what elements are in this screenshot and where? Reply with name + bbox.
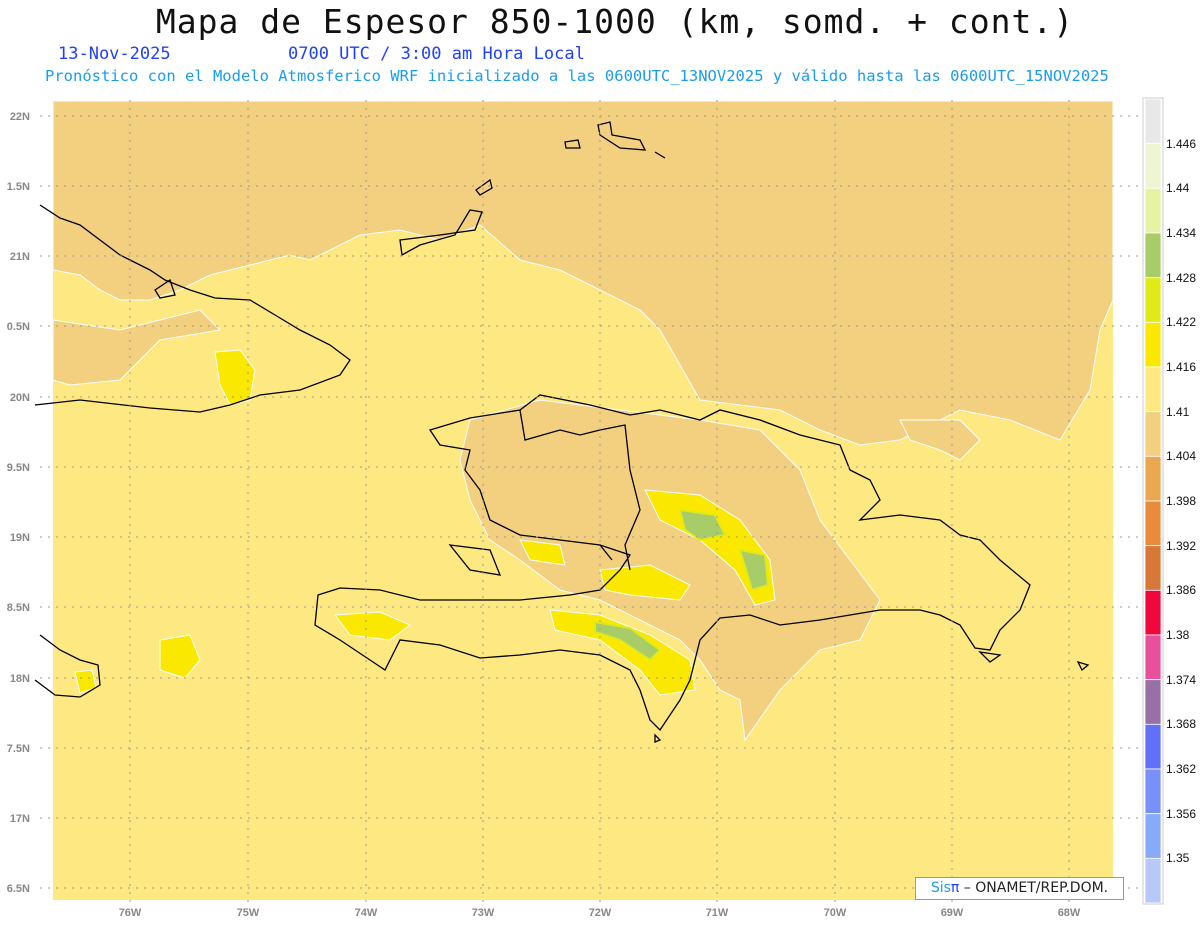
colorbar-bin bbox=[1144, 143, 1162, 189]
lon-label: 68W bbox=[1058, 907, 1081, 919]
lon-label: 75W bbox=[237, 907, 260, 919]
colorbar-label: 1.38 bbox=[1166, 628, 1190, 642]
lat-label: 6.5N bbox=[7, 883, 30, 895]
colorbar-label: 1.362 bbox=[1166, 762, 1197, 776]
credit-org: – ONAMET/REP.DOM. bbox=[959, 880, 1109, 896]
colorbar-bin bbox=[1144, 98, 1162, 145]
credit-sis: Sis bbox=[930, 880, 951, 896]
colorbar-label: 1.44 bbox=[1166, 181, 1190, 196]
thickness-map: 22N 1.5N 21N 0.5N 20N 9.5N 19N 8.5N 18N 7.5N 17N 6.… bbox=[7, 97, 1164, 919]
colorbar-bin bbox=[1144, 589, 1162, 636]
colorbar-bin bbox=[1144, 813, 1162, 859]
colorbar-bin bbox=[1144, 455, 1162, 502]
lon-label: 70W bbox=[824, 907, 847, 919]
colorbar-bin bbox=[1144, 857, 1162, 904]
lat-label: 18N bbox=[10, 673, 30, 685]
colorbar-label: 1.416 bbox=[1166, 360, 1197, 374]
colorbar-bin bbox=[1144, 679, 1162, 725]
credit-box: Sisπ – ONAMET/REP.DOM. bbox=[915, 877, 1124, 900]
colorbar-label: 1.35 bbox=[1166, 851, 1190, 866]
colorbar-label: 1.392 bbox=[1166, 538, 1197, 553]
colorbar-bin bbox=[1144, 187, 1162, 234]
lon-label: 69W bbox=[941, 907, 964, 919]
lat-label: 22N bbox=[10, 111, 30, 123]
colorbar-label: 1.368 bbox=[1166, 717, 1197, 732]
colorbar-bin bbox=[1144, 500, 1162, 547]
colorbar-label: 1.374 bbox=[1166, 672, 1197, 687]
lat-label: 8.5N bbox=[7, 602, 30, 614]
lat-label: 9.5N bbox=[7, 462, 30, 474]
colorbar-bin bbox=[1144, 232, 1162, 279]
colorbar-label: 1.428 bbox=[1166, 270, 1197, 285]
lon-label: 73W bbox=[472, 907, 495, 919]
lon-label: 71W bbox=[706, 907, 729, 919]
colorbar bbox=[1144, 98, 1162, 904]
lat-label: 0.5N bbox=[7, 321, 30, 333]
colorbar-label: 1.41 bbox=[1166, 404, 1190, 419]
lat-label: 20N bbox=[10, 392, 30, 404]
colorbar-label: 1.422 bbox=[1166, 315, 1197, 330]
colorbar-label: 1.446 bbox=[1166, 136, 1197, 151]
colorbar-bin bbox=[1144, 366, 1162, 413]
colorbar-label: 1.404 bbox=[1166, 449, 1197, 464]
colorbar-bin bbox=[1144, 545, 1162, 591]
colorbar-bin bbox=[1144, 723, 1162, 770]
colorbar-label: 1.398 bbox=[1166, 494, 1197, 508]
colorbar-bin bbox=[1144, 277, 1162, 323]
lon-label: 76W bbox=[119, 907, 142, 919]
colorbar-bin bbox=[1144, 768, 1162, 815]
lat-label: 19N bbox=[10, 532, 30, 544]
colorbar-label: 1.386 bbox=[1166, 583, 1197, 598]
colorbar-label: 1.356 bbox=[1166, 806, 1197, 821]
lon-label: 72W bbox=[589, 907, 612, 919]
colorbar-label: 1.434 bbox=[1166, 226, 1197, 240]
colorbar-bin bbox=[1144, 411, 1162, 457]
lat-label: 7.5N bbox=[7, 743, 30, 755]
lat-label: 17N bbox=[10, 813, 30, 825]
lon-label: 74W bbox=[355, 907, 378, 919]
lat-label: 21N bbox=[10, 251, 30, 263]
lat-label: 1.5N bbox=[7, 181, 30, 193]
colorbar-bin bbox=[1144, 321, 1162, 368]
colorbar-bin bbox=[1144, 634, 1162, 681]
